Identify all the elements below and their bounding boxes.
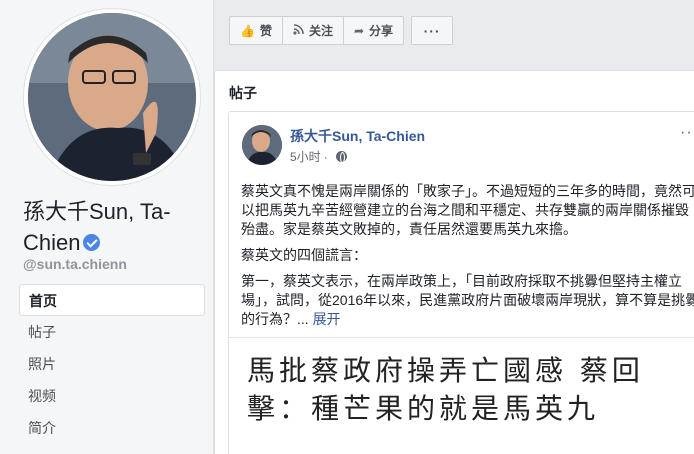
page-action-bar: 👍 赞 关注 ➦ 分享 ··· — [229, 16, 454, 45]
like-button[interactable]: 👍 赞 — [229, 16, 283, 45]
post-paragraph: 第一，蔡英文表示，在兩岸政策上，「目前政府採取不挑釁但堅持主權立場」，試問，從2… — [241, 272, 694, 329]
left-column: 孫大千Sun, Ta-Chien @sun.ta.chienn 首页 帖子 照片… — [0, 0, 214, 454]
like-label: 赞 — [259, 24, 272, 38]
post-meta: 5小时 · — [290, 148, 347, 165]
post-paragraph-text: 第一，蔡英文表示，在兩岸政策上，「目前政府採取不挑釁但堅持主權立場」，試問，從2… — [241, 273, 694, 327]
more-options-button[interactable]: ··· — [411, 16, 454, 45]
preview-headline: 馬批蔡政府操弄亡國感 蔡回擊：種芒果的就是馬英九 — [247, 354, 644, 425]
post-author-avatar[interactable] — [242, 125, 282, 165]
sidebar-item-photos[interactable]: 照片 — [19, 348, 205, 380]
share-button[interactable]: ➦ 分享 — [342, 16, 405, 45]
post-link-preview[interactable]: 馬批蔡政府操弄亡國感 蔡回擊：種芒果的就是馬英九 — [229, 337, 694, 454]
meta-separator: · — [323, 149, 328, 164]
page-handle[interactable]: @sun.ta.chienn — [23, 256, 127, 272]
sidebar-nav: 首页 帖子 照片 视频 简介 — [19, 284, 205, 444]
post-timestamp[interactable]: 5小时 — [290, 148, 321, 165]
sidebar-item-videos[interactable]: 视频 — [19, 380, 205, 412]
verified-badge-icon — [83, 234, 101, 251]
sidebar-item-posts[interactable]: 帖子 — [19, 316, 205, 348]
post-paragraph: 蔡英文真不愧是兩岸關係的「敗家子」。不過短短的三年多的時間，竟然可以把馬英九辛苦… — [241, 183, 694, 237]
posts-panel: 帖子 孫大千Sun, Ta-Chien 5小时 · ··· 蔡英文真不愧是兩岸關… — [214, 70, 694, 454]
thumbs-up-icon: 👍 — [240, 23, 255, 38]
share-label: 分享 — [369, 24, 394, 38]
post-options-menu[interactable]: ··· — [680, 124, 694, 142]
page-name: 孫大千Sun, Ta-Chien — [23, 196, 203, 258]
sidebar-item-home[interactable]: 首页 — [19, 284, 205, 316]
globe-icon[interactable] — [335, 151, 347, 163]
see-more-link[interactable]: 展开 — [313, 311, 341, 327]
follow-button[interactable]: 关注 — [281, 16, 344, 45]
sidebar-item-about[interactable]: 简介 — [19, 412, 205, 444]
share-arrow-icon: ➦ — [353, 23, 365, 38]
rss-icon — [293, 23, 304, 38]
follow-label: 关注 — [308, 24, 333, 38]
posts-section-title: 帖子 — [229, 85, 257, 101]
post-paragraph: 蔡英文的四個謊言： — [241, 247, 367, 263]
post-card: 孫大千Sun, Ta-Chien 5小时 · ··· 蔡英文真不愧是兩岸關係的「… — [228, 111, 694, 454]
post-author-name[interactable]: 孫大千Sun, Ta-Chien — [290, 126, 425, 146]
profile-photo — [28, 13, 196, 181]
post-body: 蔡英文真不愧是兩岸關係的「敗家子」。不過短短的三年多的時間，竟然可以把馬英九辛苦… — [241, 182, 694, 336]
profile-avatar[interactable] — [23, 8, 201, 186]
